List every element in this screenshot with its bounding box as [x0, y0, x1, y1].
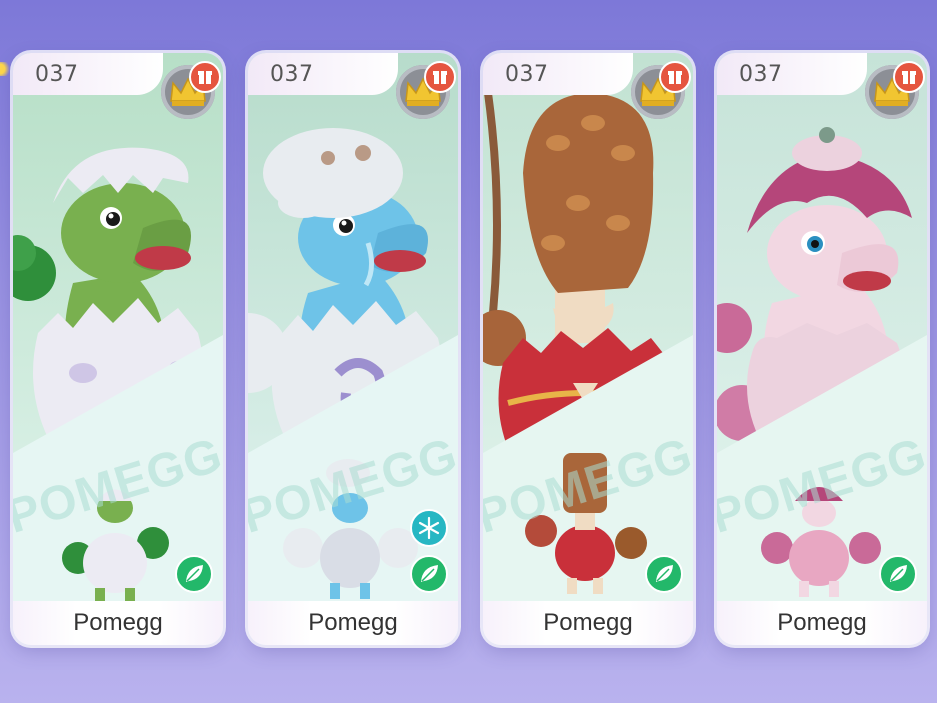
- creature-name: Pomegg: [777, 609, 867, 636]
- grass-type-icon: [645, 555, 683, 593]
- crown-badge[interactable]: [161, 61, 221, 119]
- creature-number: 037: [35, 62, 79, 87]
- crown-badge[interactable]: [865, 61, 925, 119]
- creature-name: Pomegg: [73, 609, 163, 636]
- grass-type-icon: [879, 555, 917, 593]
- creature-name: Pomegg: [308, 609, 398, 636]
- name-bar: Pomegg: [248, 601, 458, 645]
- creature-card-2[interactable]: POMEGG 037 Pomegg: [248, 53, 458, 645]
- gift-icon[interactable]: [659, 61, 691, 93]
- name-bar: Pomegg: [483, 601, 693, 645]
- ice-type-icon: [410, 509, 448, 547]
- creature-card-4[interactable]: POMEGG 037 Pomegg: [717, 53, 927, 645]
- creature-number: 037: [505, 62, 549, 87]
- gift-icon[interactable]: [424, 61, 456, 93]
- offscreen-highlight: [0, 62, 10, 76]
- creature-name: Pomegg: [543, 609, 633, 636]
- gift-icon[interactable]: [189, 61, 221, 93]
- grass-type-icon: [175, 555, 213, 593]
- crown-badge[interactable]: [631, 61, 691, 119]
- grass-type-icon: [410, 555, 448, 593]
- creature-number: 037: [739, 62, 783, 87]
- name-bar: Pomegg: [717, 601, 927, 645]
- crown-badge[interactable]: [396, 61, 456, 119]
- creature-number: 037: [270, 62, 314, 87]
- creature-card-3[interactable]: POMEGG 037 Pomegg: [483, 53, 693, 645]
- creature-card-1[interactable]: POMEGG 037 Pomegg: [13, 53, 223, 645]
- gift-icon[interactable]: [893, 61, 925, 93]
- name-bar: Pomegg: [13, 601, 223, 645]
